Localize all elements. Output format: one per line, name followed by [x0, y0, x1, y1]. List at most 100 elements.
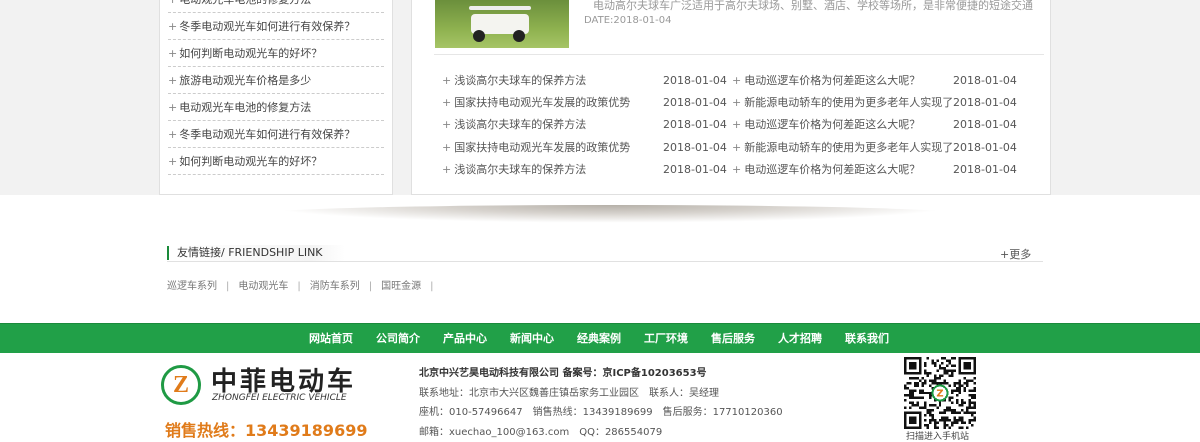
article-list: +电动观光车电池的修复方法+冬季电动观光车如何进行有效保养？+如何判断电动观光车…: [160, 0, 392, 175]
list-item-label: 冬季电动观光车如何进行有效保养？: [179, 20, 356, 33]
news-list-right: + 电动巡逻车价格为何差距这么大呢？ 2018-01-04 + 新能源电动轿车的使用为更…: [732, 70, 1042, 181]
featured-date: DATE:2018-01-04: [584, 15, 672, 26]
news-item[interactable]: + 浅谈高尔夫球车的保养方法 2018-01-04: [442, 70, 742, 92]
news-date: 2018-01-04: [663, 96, 727, 110]
separator: |: [226, 281, 230, 292]
news-title: 浅谈高尔夫球车的保养方法: [454, 74, 587, 87]
qr-caption: 扫描进入手机站: [906, 432, 970, 442]
plus-icon: +: [442, 118, 452, 132]
list-item-label: 如何判断电动观光车的好坏？: [179, 47, 323, 60]
logo-z-icon: Z: [172, 372, 189, 398]
news-title: 新能源电动轿车的使用为更多老年人实现了: [744, 140, 954, 154]
news-title: 电动巡逻车价格为何差距这么大呢？: [744, 74, 921, 87]
featured-description: 电动高尔夫球车广泛适用于高尔夫球场、别墅、酒店、学校等场所，是非常便捷的短途交通…: [593, 0, 1033, 12]
divider: [167, 261, 1043, 262]
list-item[interactable]: + 如何判断电动观光车的好坏？: [168, 148, 384, 175]
news-date: 2018-01-04: [953, 140, 1017, 154]
nav-item[interactable]: 网站首页: [309, 324, 353, 354]
news-title: 国家扶持电动观光车发展的政策优势: [454, 140, 631, 154]
sales-hotline: 销售热线：13439189699: [165, 421, 368, 440]
news-item[interactable]: + 电动巡逻车价格为何差距这么大呢？ 2018-01-04: [732, 70, 1042, 92]
company-name: 北京中兴艺昊电动科技有限公司 备案号：京ICP备10203653号: [419, 368, 707, 379]
left-article-list: +电动观光车电池的修复方法+冬季电动观光车如何进行有效保养？+如何判断电动观光车…: [159, 0, 393, 195]
svg-text:Z: Z: [936, 389, 943, 400]
separator: |: [297, 281, 301, 292]
friend-links: 巡逻车系列 | 电动观光车 | 消防车系列 | 国旺金源 |: [167, 277, 443, 292]
news-item[interactable]: + 浅谈高尔夫球车的保养方法 2018-01-04: [442, 114, 742, 136]
nav-item[interactable]: 人才招聘: [778, 324, 822, 354]
news-item[interactable]: + 新能源电动轿车的使用为更多老年人实现了 2018-01-04: [732, 137, 1042, 159]
nav-item[interactable]: 联系我们: [845, 324, 889, 354]
address: 联系地址：北京市大兴区魏善庄镇岳家务工业园区 联系人：吴经理: [419, 387, 719, 399]
plus-icon: +: [732, 140, 742, 154]
friend-link[interactable]: 电动观光车: [238, 281, 288, 292]
plus-icon: +: [168, 74, 178, 87]
plus-icon: +: [168, 155, 178, 168]
news-panel: 电动高尔夫球车广泛适用于高尔夫球场、别墅、酒店、学校等场所，是非常便捷的短途交通…: [411, 0, 1051, 195]
news-item[interactable]: + 新能源电动轿车的使用为更多老年人实现了 2018-01-04: [732, 92, 1042, 114]
plus-icon: +: [732, 162, 742, 176]
list-item[interactable]: + 如何判断电动观光车的好坏？: [168, 40, 384, 67]
list-item[interactable]: + 旅游电动观光车价格是多少: [168, 67, 384, 94]
news-date: 2018-01-04: [953, 96, 1017, 110]
news-date: 2018-01-04: [663, 118, 727, 132]
plus-icon: +: [168, 101, 178, 114]
plus-icon: +: [442, 96, 452, 110]
news-item[interactable]: + 电动巡逻车价格为何差距这么大呢？ 2018-01-04: [732, 114, 1042, 136]
plus-icon: +: [442, 74, 452, 87]
plus-icon: +: [732, 118, 742, 132]
nav-item[interactable]: 新闻中心: [510, 324, 554, 354]
footer: Z 中菲电动车 ZHONGFEI ELECTRIC VEHICLE 销售热线：1…: [0, 353, 1200, 442]
list-item-label: 如何判断电动观光车的好坏？: [179, 155, 323, 168]
phones: 座机：010-57496647 销售热线：13439189699 售后服务：17…: [419, 407, 783, 418]
news-item[interactable]: + 浅谈高尔夫球车的保养方法 2018-01-04: [442, 159, 742, 181]
plus-icon: +: [442, 140, 452, 154]
list-item-label: 旅游电动观光车价格是多少: [179, 74, 312, 87]
friendship-link-section: 友情链接/ FRIENDSHIP LINK +更多 巡逻车系列 | 电动观光车 | 消防…: [0, 195, 1200, 323]
nav-item[interactable]: 经典案例: [577, 324, 621, 354]
list-item-label: 电动观光车电池的修复方法: [179, 101, 312, 114]
friend-link[interactable]: 巡逻车系列: [167, 281, 217, 292]
nav-item[interactable]: 产品中心: [443, 324, 487, 354]
contacts: 邮箱：xuechao_100@163.com QQ：286554079: [419, 426, 663, 438]
plus-icon: +: [168, 0, 177, 6]
list-item-label: 冬季电动观光车如何进行有效保养？: [179, 128, 356, 141]
separator: |: [430, 281, 434, 292]
news-item[interactable]: + 国家扶持电动观光车发展的政策优势 2018-01-04: [442, 137, 742, 159]
news-date: 2018-01-04: [663, 140, 727, 154]
plus-icon: +: [732, 96, 742, 110]
company-info: 北京中兴艺昊电动科技有限公司 备案号：京ICP备10203653号 联系地址：北…: [419, 364, 783, 442]
news-date: 2018-01-04: [953, 118, 1017, 132]
news-item[interactable]: + 国家扶持电动观光车发展的政策优势 2018-01-04: [442, 92, 742, 114]
divider: [434, 54, 1044, 55]
news-date: 2018-01-04: [953, 162, 1017, 176]
list-item[interactable]: +电动观光车电池的修复方法: [168, 0, 384, 13]
news-date: 2018-01-04: [663, 162, 727, 176]
news-date: 2018-01-04: [663, 74, 727, 87]
plus-icon: +: [168, 47, 178, 60]
plus-icon: +: [168, 128, 178, 141]
news-list-left: + 浅谈高尔夫球车的保养方法 2018-01-04 + 国家扶持电动观光车发展的政策优势…: [442, 70, 742, 181]
plus-icon: +: [442, 162, 452, 176]
footer-nav: 网站首页 公司简介 产品中心 新闻中心 经典案例 工厂环境 售后服务 人才招聘 联系我们: [0, 323, 1200, 353]
section-shadow: [260, 205, 960, 223]
news-item[interactable]: + 电动巡逻车价格为何差距这么大呢？ 2018-01-04: [732, 159, 1042, 181]
list-item[interactable]: + 冬季电动观光车如何进行有效保养？: [168, 121, 384, 148]
list-item[interactable]: +电动观光车电池的修复方法: [168, 94, 384, 121]
friend-link[interactable]: 国旺金源: [381, 281, 421, 292]
more-link[interactable]: +更多: [1000, 246, 1031, 262]
golf-cart-picture: [465, 4, 535, 42]
news-title: 新能源电动轿车的使用为更多老年人实现了: [744, 96, 954, 110]
friend-link[interactable]: 消防车系列: [310, 281, 360, 292]
news-date: 2018-01-04: [953, 74, 1017, 87]
golf-cart-image[interactable]: [435, 0, 569, 48]
nav-item[interactable]: 售后服务: [711, 324, 755, 354]
list-item[interactable]: + 冬季电动观光车如何进行有效保养？: [168, 13, 384, 40]
plus-icon: +: [732, 74, 742, 87]
news-title: 电动巡逻车价格为何差距这么大呢？: [744, 118, 921, 132]
plus-icon: +: [168, 20, 178, 33]
nav-item[interactable]: 公司简介: [376, 324, 420, 354]
nav-item[interactable]: 工厂环境: [644, 324, 688, 354]
qr-code-icon: Z: [904, 357, 976, 429]
content-area: +电动观光车电池的修复方法+冬季电动观光车如何进行有效保养？+如何判断电动观光车…: [0, 0, 1200, 195]
